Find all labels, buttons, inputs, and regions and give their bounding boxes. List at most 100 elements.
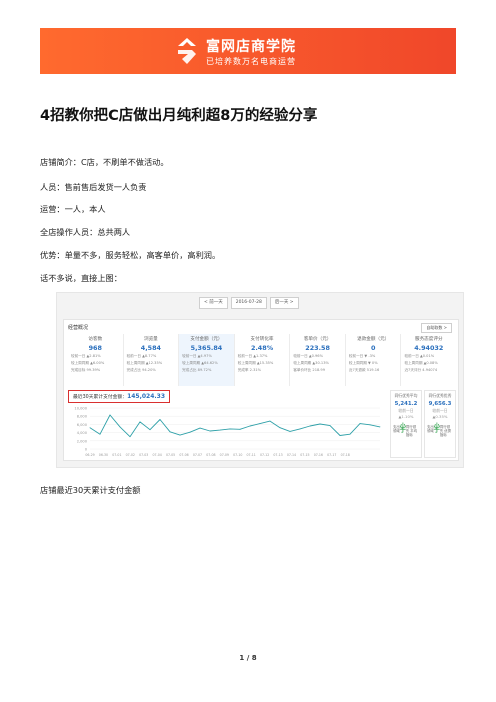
y-tick-label: 10,000: [74, 407, 87, 411]
metric-value: 2.48%: [250, 344, 274, 352]
x-tick-label: 06-29: [85, 453, 94, 457]
data-point: [319, 423, 321, 425]
x-tick-label: 06-30: [99, 453, 108, 457]
metric-compare-week: 较上周同期 ▲0.08%: [404, 361, 438, 365]
y-tick-label: 8,000: [77, 415, 88, 419]
peer-card-value: 9,656.3: [428, 401, 452, 407]
metric-compare-week: 较上周同期 ▲6.00%: [71, 361, 105, 365]
date-navigation: < 前一天 2016-07-28 后一天 >: [199, 297, 299, 309]
x-tick-label: 07-02: [126, 453, 135, 457]
metric-compare-day: 较前一日 ▲8.77%: [126, 354, 157, 358]
x-tick-label: 07-07: [193, 453, 202, 457]
highlight-value: 145,024.33: [127, 393, 166, 400]
document-title: 4招教你把C店做出月纯利超8万的经验分享: [40, 108, 318, 124]
metric-refund-amount[interactable]: 退款金额（元） 0 较前一日 ▼ -3% 较上周同期 ▼ 0% 近7天退款 51…: [346, 334, 402, 386]
x-tick-label: 07-01: [112, 453, 121, 457]
x-tick-label: 07-14: [287, 453, 296, 457]
page-number: 1 / 8: [239, 654, 257, 662]
metric-compare-day: 较前一日 ▲0.01%: [404, 354, 435, 358]
metric-label: 客单价（元）: [303, 337, 332, 342]
metric-compare-week: 较上周同期 ▲64.62%: [182, 361, 218, 365]
metric-label: 退款金额（元）: [357, 337, 390, 342]
data-point: [149, 429, 151, 431]
data-point: [359, 423, 361, 424]
paragraph-staff: 人员：售前售后发货一人负责: [40, 182, 147, 192]
data-point: [339, 435, 341, 436]
data-point: [349, 433, 351, 435]
metric-target: 完成占比 89.72%: [182, 368, 212, 372]
brand-name: 富网店商学院: [206, 39, 296, 55]
data-point: [159, 419, 161, 420]
overview-panel: 经营概况 自助取数 > 访客数 968 较前一日 ▲2.81% 较上周同期 ▲6…: [63, 319, 459, 461]
x-tick-label: 07-18: [341, 453, 350, 457]
data-point: [239, 428, 241, 430]
highlight-label: 最近30天累计支付金额：: [73, 395, 128, 400]
header-banner: 富网店商学院 已培养数万名电商运营: [40, 28, 456, 74]
metric-label: 访客数: [88, 337, 103, 342]
peer-card-average: 同行优秀平均 5,241.2 较前一日 ▲1.10% 支出 领域 小于 同行领先…: [390, 390, 422, 458]
data-point: [309, 425, 311, 427]
brand-slogan: 已培养数万名电商运营: [206, 57, 296, 66]
metric-pageviews[interactable]: 浏览量 4,584 较前一日 ▲8.77% 较上周同期 ▲12.35% 完成占比…: [124, 334, 180, 386]
data-point: [99, 433, 101, 435]
x-tick-label: 07-05: [166, 453, 175, 457]
data-point: [199, 427, 201, 429]
metric-value: 0: [370, 344, 376, 352]
payment-trend-chart: 10,000 8,000 6,000 4,000 2,000 0 06-29 06-30 07-…: [68, 390, 386, 458]
caption: 店铺最近30天累计支付金额: [40, 485, 141, 495]
metric-compare-day: 较前一日 ▲2.81%: [71, 354, 101, 358]
metric-value: 223.58: [305, 344, 330, 352]
peer-card-excellent: 同行优秀优秀 9,656.3 较前一日 ▲0.35% 支出 领域 小于 同行领先…: [424, 390, 456, 458]
metric-label: 支付金额（元）: [190, 337, 223, 342]
paragraph-ops: 运营：一人，本人: [40, 204, 106, 214]
date-picker[interactable]: 2016-07-28: [230, 297, 267, 309]
metric-compare-day: 较前一日 ▼ -3%: [348, 354, 376, 358]
paragraph-team: 全店操作人员：总共两人: [40, 227, 131, 237]
series-line: [89, 414, 381, 438]
metric-visitors[interactable]: 访客数 968 较前一日 ▲2.81% 较上周同期 ▲6.00% 完成目标 99…: [68, 334, 124, 386]
x-tick-label: 07-17: [327, 453, 336, 457]
data-point: [249, 425, 251, 427]
peer-card-title: 同行优秀平均: [394, 393, 418, 398]
metric-conversion-rate[interactable]: 支付转化率 2.48% 较前一日 ▲1.37% 较上周同期 ▲15.35% 完成…: [235, 334, 291, 386]
peer-card-value: 5,241.2: [394, 401, 418, 407]
metric-target: 近7天退款 519.16: [348, 368, 380, 372]
self-service-button[interactable]: 自助取数 >: [421, 323, 452, 333]
data-point: [219, 429, 221, 431]
next-day-button[interactable]: 后一天 >: [269, 297, 299, 309]
metrics-row: 访客数 968 较前一日 ▲2.81% 较上周同期 ▲6.00% 完成目标 99…: [68, 334, 456, 386]
peer-tag-right: 同行领先 优秀指标: [439, 425, 452, 437]
metric-value: 4.94032: [414, 344, 444, 352]
data-point: [269, 420, 271, 422]
data-point: [179, 434, 181, 436]
metric-compare-week: 较上周同期 ▲15.35%: [237, 361, 274, 365]
metric-target: 完成率 2.31%: [237, 368, 262, 372]
metric-target: 近7天评分 4.94074: [404, 368, 438, 372]
metric-service-score[interactable]: 服务态度评分 4.94032 较前一日 ▲0.01% 较上周同期 ▲0.08% …: [401, 334, 456, 386]
x-tick-label: 07-15: [300, 453, 309, 457]
metric-target: 客单价环比 218.99: [293, 368, 325, 372]
data-point: [129, 436, 131, 438]
x-tick-label: 07-12: [260, 453, 269, 457]
data-point: [209, 430, 211, 432]
y-tick-label: 4,000: [77, 431, 88, 435]
data-point: [299, 428, 301, 430]
x-tick-label: 07-13: [273, 453, 282, 457]
metric-payment-amount[interactable]: 支付金额（元） 5,365.84 较前一日 ▲4.97% 较上周同期 ▲64.6…: [179, 334, 235, 386]
x-tick-label: 07-10: [233, 453, 242, 457]
peer-card-compare: 较前一日 ▲1.10%: [398, 408, 414, 419]
metric-target: 完成目标 99.39%: [71, 368, 101, 372]
data-point: [89, 427, 91, 429]
data-point: [189, 431, 191, 433]
metric-compare-day: 较前一日 ▲0.96%: [293, 354, 324, 358]
peer-tag-left: 支出 领域: [393, 425, 400, 433]
panel-title: 经营概况: [68, 325, 89, 331]
x-tick-label: 07-11: [247, 453, 256, 457]
metric-unit-price[interactable]: 客单价（元） 223.58 较前一日 ▲0.96% 较上周同期 ▲30.13% …: [290, 334, 346, 386]
data-point: [109, 414, 111, 416]
peer-card-tags: 支出 领域 小于 同行领先 平均指标: [393, 424, 419, 438]
metric-value: 968: [88, 344, 102, 352]
data-point: [329, 425, 331, 427]
prev-day-button[interactable]: < 前一天: [199, 297, 228, 309]
x-tick-label: 07-08: [206, 453, 215, 457]
